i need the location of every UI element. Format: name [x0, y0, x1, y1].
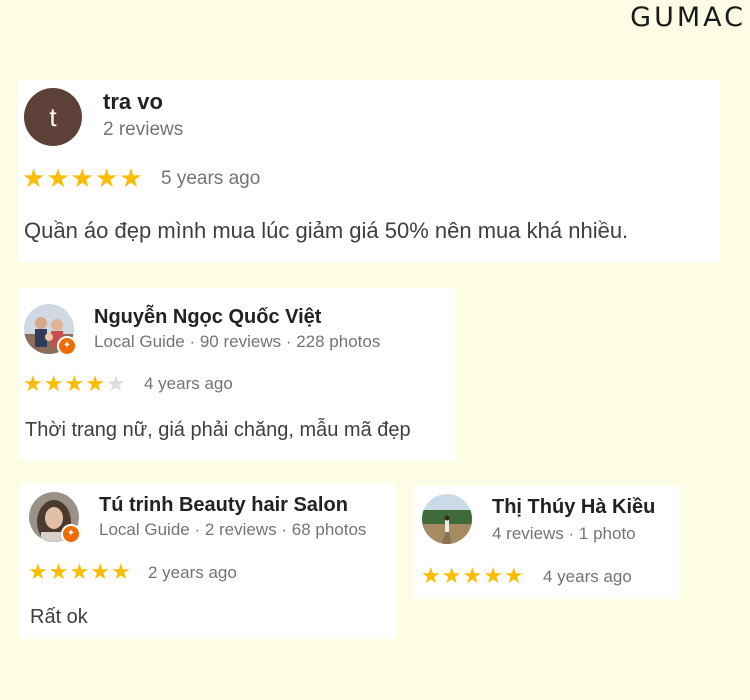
review-date: 5 years ago — [161, 168, 261, 189]
review-card: ✦ Nguyễn Ngọc Quốc Việt Local Guide · 90… — [19, 288, 455, 460]
reviewer-meta: Local Guide · 90 reviews · 228 photos — [94, 332, 381, 351]
reviewer-name[interactable]: Nguyễn Ngọc Quốc Việt — [94, 306, 321, 329]
star-rating: ★★★★★ — [23, 371, 127, 397]
review-date: 4 years ago — [543, 567, 632, 586]
review-text: Rất ok — [30, 606, 88, 628]
star-filled-icon: ★ — [441, 563, 462, 588]
star-rating: ★★★★★ — [28, 559, 132, 585]
star-filled-icon: ★ — [503, 563, 524, 588]
star-filled-icon: ★ — [90, 559, 110, 584]
star-filled-icon: ★ — [85, 371, 105, 396]
reviewer-meta: Local Guide · 2 reviews · 68 photos — [99, 520, 367, 539]
star-filled-icon: ★ — [64, 371, 85, 396]
review-date: 4 years ago — [144, 374, 233, 393]
star-empty-icon: ★ — [105, 371, 126, 396]
star-filled-icon: ★ — [110, 559, 131, 584]
review-text: Thời trang nữ, giá phải chăng, mẫu mã đẹ… — [25, 419, 411, 441]
star-filled-icon: ★ — [119, 163, 143, 193]
star-filled-icon: ★ — [421, 563, 441, 588]
star-rating: ★★★★★ — [22, 163, 144, 194]
brand-logo: GUMAC — [630, 2, 746, 33]
local-guide-badge-icon: ✦ — [57, 336, 77, 356]
avatar-letter: t — [49, 101, 57, 132]
review-text: Quần áo đẹp mình mua lúc giảm giá 50% nê… — [24, 218, 629, 243]
review-date: 2 years ago — [148, 563, 237, 582]
review-card: t tra vo 2 reviews ★★★★★ 5 years ago Quầ… — [18, 80, 720, 262]
star-filled-icon: ★ — [43, 371, 64, 396]
star-filled-icon: ★ — [69, 559, 90, 584]
star-filled-icon: ★ — [22, 163, 46, 193]
reviewer-meta: 2 reviews — [103, 119, 184, 140]
reviewer-name[interactable]: tra vo — [103, 89, 163, 115]
star-filled-icon: ★ — [48, 559, 69, 584]
star-filled-icon: ★ — [483, 563, 503, 588]
review-card: Thị Thúy Hà Kiều 4 reviews · 1 photo ★★★… — [413, 486, 680, 599]
review-card: ✦ Tú trinh Beauty hair Salon Local Guide… — [20, 484, 396, 639]
reviewer-name[interactable]: Tú trinh Beauty hair Salon — [99, 494, 348, 517]
reviewer-meta: 4 reviews · 1 photo — [492, 524, 636, 543]
reviewer-name[interactable]: Thị Thúy Hà Kiều — [492, 496, 655, 519]
star-filled-icon: ★ — [94, 163, 119, 193]
star-filled-icon: ★ — [46, 163, 70, 193]
avatar[interactable]: t — [24, 88, 82, 146]
star-rating: ★★★★★ — [421, 563, 525, 589]
star-filled-icon: ★ — [28, 559, 48, 584]
star-filled-icon: ★ — [70, 163, 94, 193]
local-guide-badge-icon: ✦ — [61, 524, 81, 544]
star-filled-icon: ★ — [23, 371, 43, 396]
star-filled-icon: ★ — [462, 563, 483, 588]
landscape-photo-avatar[interactable] — [422, 494, 472, 544]
